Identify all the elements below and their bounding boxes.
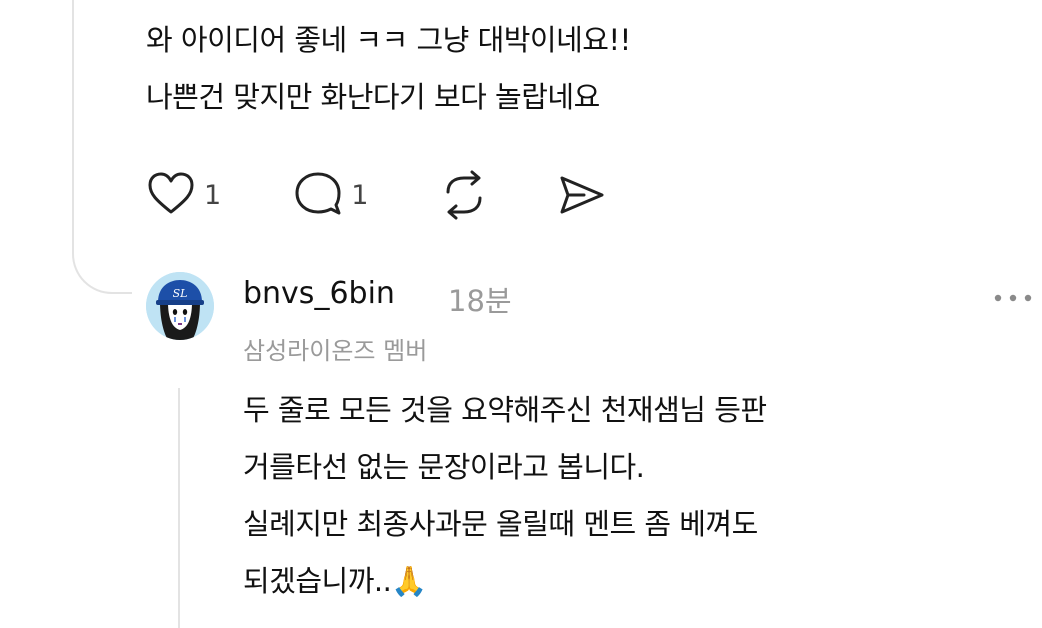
comment-icon (295, 172, 341, 215)
reply-body: 두 줄로 모든 것을 요약해주신 천재샘님 등판 거를타선 없는 문장이라고 봅… (243, 382, 767, 610)
comment-actions: 1 1 (146, 170, 608, 220)
share-button[interactable] (556, 170, 608, 220)
comment-line: 와 아이디어 좋네 ㅋㅋ 그냥 대박이네요!! (146, 23, 631, 57)
reply-line: 실례지만 최종사과문 올릴때 멘트 좀 베껴도 (243, 507, 758, 541)
reply-line: 두 줄로 모든 것을 요약해주신 천재샘님 등판 (243, 393, 767, 427)
reply-line: 거를타선 없는 문장이라고 봅니다. (243, 450, 645, 484)
like-button[interactable]: 1 (146, 170, 221, 220)
repost-icon (446, 170, 482, 220)
reply-thread-line (178, 388, 180, 628)
thread-connector (72, 224, 132, 294)
avatar-image: SL (146, 272, 214, 340)
reply-button[interactable]: 1 (293, 170, 368, 220)
share-icon (560, 176, 604, 214)
comment-line: 나쁜건 맞지만 화난다기 보다 놀랍네요 (146, 80, 600, 114)
like-count: 1 (204, 179, 222, 211)
comment-body: 와 아이디어 좋네 ㅋㅋ 그냥 대박이네요!! 나쁜건 맞지만 화난다기 보다 … (146, 12, 631, 126)
avatar-logo: SL (173, 287, 188, 300)
reply-time: 18분 (448, 284, 512, 318)
more-options-icon (994, 294, 1032, 302)
more-options-button[interactable] (992, 290, 1034, 304)
reply-count: 1 (351, 179, 369, 211)
reply-username[interactable]: bnvs_6bin (243, 276, 395, 311)
reply-line: 되겠습니까..🙏 (243, 564, 427, 598)
member-badge: 삼성라이온즈 멤버 (243, 337, 428, 365)
repost-button[interactable] (438, 170, 490, 220)
thread-line (72, 0, 74, 250)
heart-icon (148, 172, 194, 214)
avatar[interactable]: SL (146, 272, 214, 340)
